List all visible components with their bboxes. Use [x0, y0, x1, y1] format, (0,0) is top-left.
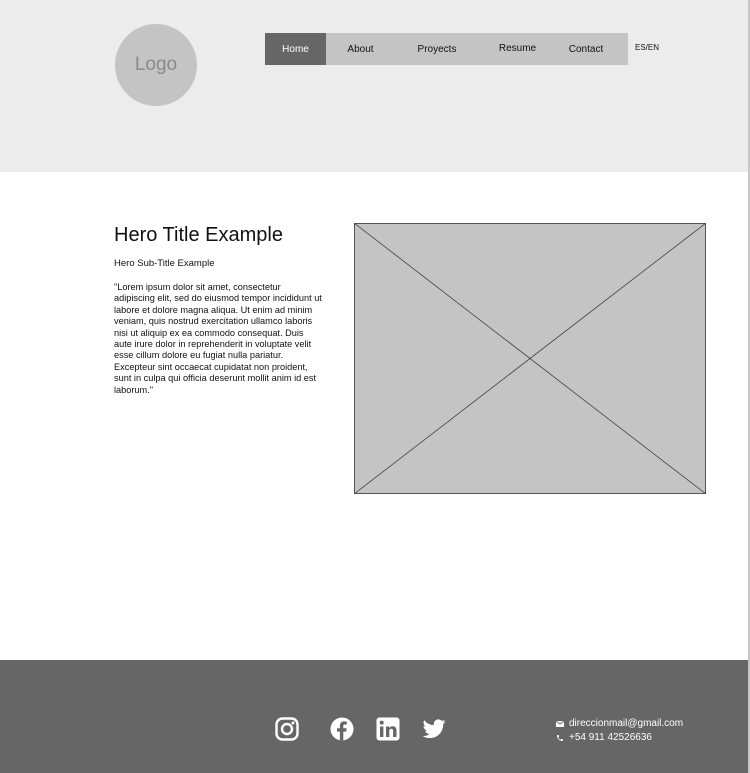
linkedin-icon[interactable]	[376, 717, 400, 741]
hero-title: Hero Title Example	[114, 224, 283, 246]
image-placeholder-icon	[354, 223, 706, 494]
logo[interactable]: Logo	[115, 24, 197, 106]
hero-subtitle: Hero Sub-Title Example	[114, 258, 215, 269]
phone-icon	[557, 734, 563, 741]
footer-phone[interactable]: +54 911 42526636	[556, 732, 652, 743]
nav-item-resume[interactable]: Resume	[479, 32, 556, 64]
twitter-icon[interactable]	[422, 717, 446, 741]
nav-item-home[interactable]: Home	[265, 33, 326, 65]
nav-item-about[interactable]: About	[326, 33, 395, 65]
footer-email-text: direccionmail@gmail.com	[569, 718, 684, 729]
footer-email[interactable]: direccionmail@gmail.com	[556, 718, 683, 729]
site-footer	[0, 660, 748, 773]
footer-phone-text: +54 911 42526636	[569, 732, 652, 743]
landing-page: Logo Home About Proyects Resume Contact …	[0, 0, 750, 773]
site-header	[0, 0, 748, 172]
main-nav: Home About Proyects Resume Contact	[265, 33, 628, 65]
facebook-icon[interactable]	[330, 717, 354, 741]
logo-text: Logo	[134, 54, 178, 75]
nav-item-contact[interactable]: Contact	[556, 33, 616, 65]
language-toggle[interactable]: ES/EN	[635, 43, 659, 52]
instagram-icon[interactable]	[275, 717, 299, 741]
envelope-icon	[556, 720, 564, 727]
nav-item-proyects[interactable]: Proyects	[395, 33, 479, 65]
hero-body-text: "Lorem ipsum dolor sit amet, consectetur…	[114, 282, 322, 395]
